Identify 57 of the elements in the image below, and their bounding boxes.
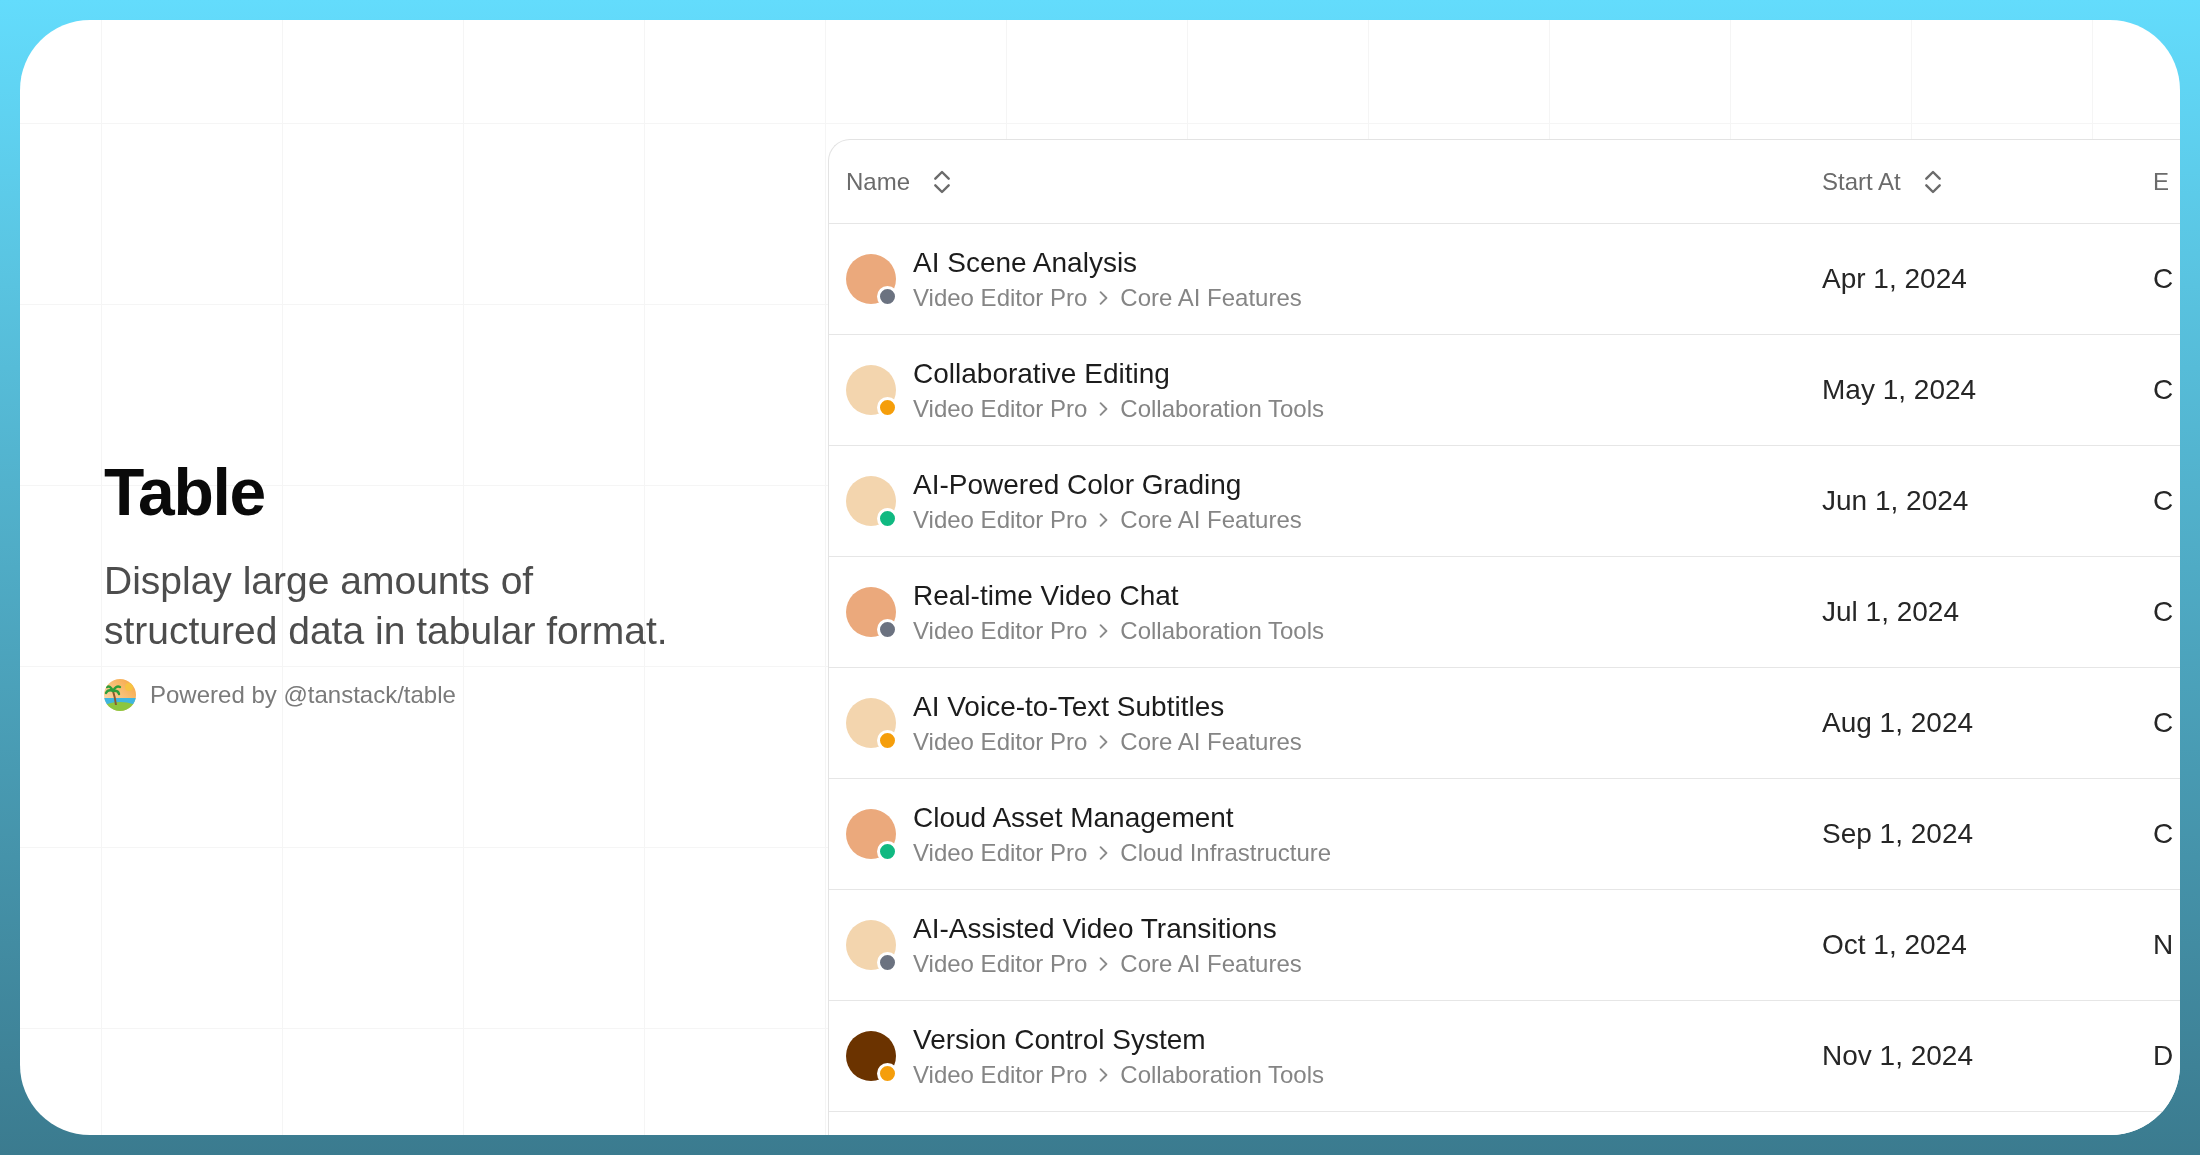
breadcrumb-item: Core AI Features (1120, 726, 1302, 757)
column-header[interactable]: Name (846, 166, 951, 197)
feature-name: Cloud Asset Management (913, 800, 1235, 835)
chevron-right-icon (1099, 845, 1109, 860)
breadcrumb-item: Video Editor Pro (913, 837, 1088, 868)
column-header[interactable]: Start At (1822, 166, 1941, 197)
start-date: Sep 1, 2024 (1822, 817, 1974, 851)
table-cell-text: C (2153, 817, 2174, 851)
feature-name: AI-Assisted Video Transitions (913, 911, 1278, 946)
column-header: E (2153, 166, 2169, 197)
feature-name: Version Control System (913, 1022, 1207, 1057)
chevron-right-icon (1099, 734, 1109, 749)
table-cell-text: C (2153, 595, 2174, 629)
breadcrumb-item: Collaboration Tools (1120, 615, 1324, 646)
island-icon (104, 678, 136, 711)
breadcrumb-item: Video Editor Pro (913, 948, 1088, 979)
table-cell-text: C (2153, 373, 2174, 407)
chevron-right-icon (1099, 512, 1109, 527)
start-date: Aug 1, 2024 (1822, 706, 1974, 740)
page-description: Display large amounts of structured data in tabular format. (104, 557, 669, 654)
start-date: May 1, 2024 (1822, 373, 1977, 407)
feature-name: AI-Powered Color Grading (913, 467, 1243, 502)
table-cell-text: D (2153, 1039, 2174, 1073)
breadcrumb-item: Video Editor Pro (913, 282, 1088, 313)
chevron-right-icon (1099, 1067, 1109, 1082)
chevron-right-icon (1099, 956, 1109, 971)
breadcrumb-item: Video Editor Pro (913, 726, 1088, 757)
breadcrumb-item: Video Editor Pro (913, 1059, 1088, 1090)
breadcrumb-item: Core AI Features (1120, 282, 1302, 313)
breadcrumb-item: Collaboration Tools (1120, 393, 1324, 424)
credit-text: Powered by @tanstack/table (150, 679, 456, 710)
breadcrumb-item: Video Editor Pro (913, 504, 1088, 535)
breadcrumb-item: Core AI Features (1120, 948, 1302, 979)
breadcrumb-item: Collaboration Tools (1120, 1059, 1324, 1090)
start-date: Jul 1, 2024 (1822, 595, 1959, 629)
table-cell-text: C (2153, 484, 2174, 518)
chevron-right-icon (1099, 290, 1109, 305)
breadcrumb-item: Cloud Infrastructure (1120, 837, 1332, 868)
breadcrumb-item: Video Editor Pro (913, 393, 1088, 424)
table-cell-text: C (2153, 262, 2174, 296)
feature-name: AI Scene Analysis (913, 245, 1139, 280)
table-cell-text: C (2153, 706, 2174, 740)
feature-name: Collaborative Editing (913, 356, 1171, 391)
chevron-right-icon (1099, 623, 1109, 638)
page-title: Table (104, 458, 265, 525)
feature-name: Real-time Video Chat (913, 578, 1180, 613)
feature-name: AI Voice-to-Text Subtitles (913, 689, 1226, 724)
start-date: Oct 1, 2024 (1822, 928, 1967, 962)
sort-icon[interactable] (1924, 169, 1941, 194)
breadcrumb-item: Core AI Features (1120, 504, 1302, 535)
table-cell-text: N (2153, 928, 2174, 962)
start-date: Jun 1, 2024 (1822, 484, 1969, 518)
chevron-right-icon (1099, 401, 1109, 416)
breadcrumb-item: Video Editor Pro (913, 615, 1088, 646)
start-date: Apr 1, 2024 (1822, 262, 1967, 296)
start-date: Nov 1, 2024 (1822, 1039, 1973, 1073)
sort-icon[interactable] (934, 169, 951, 194)
